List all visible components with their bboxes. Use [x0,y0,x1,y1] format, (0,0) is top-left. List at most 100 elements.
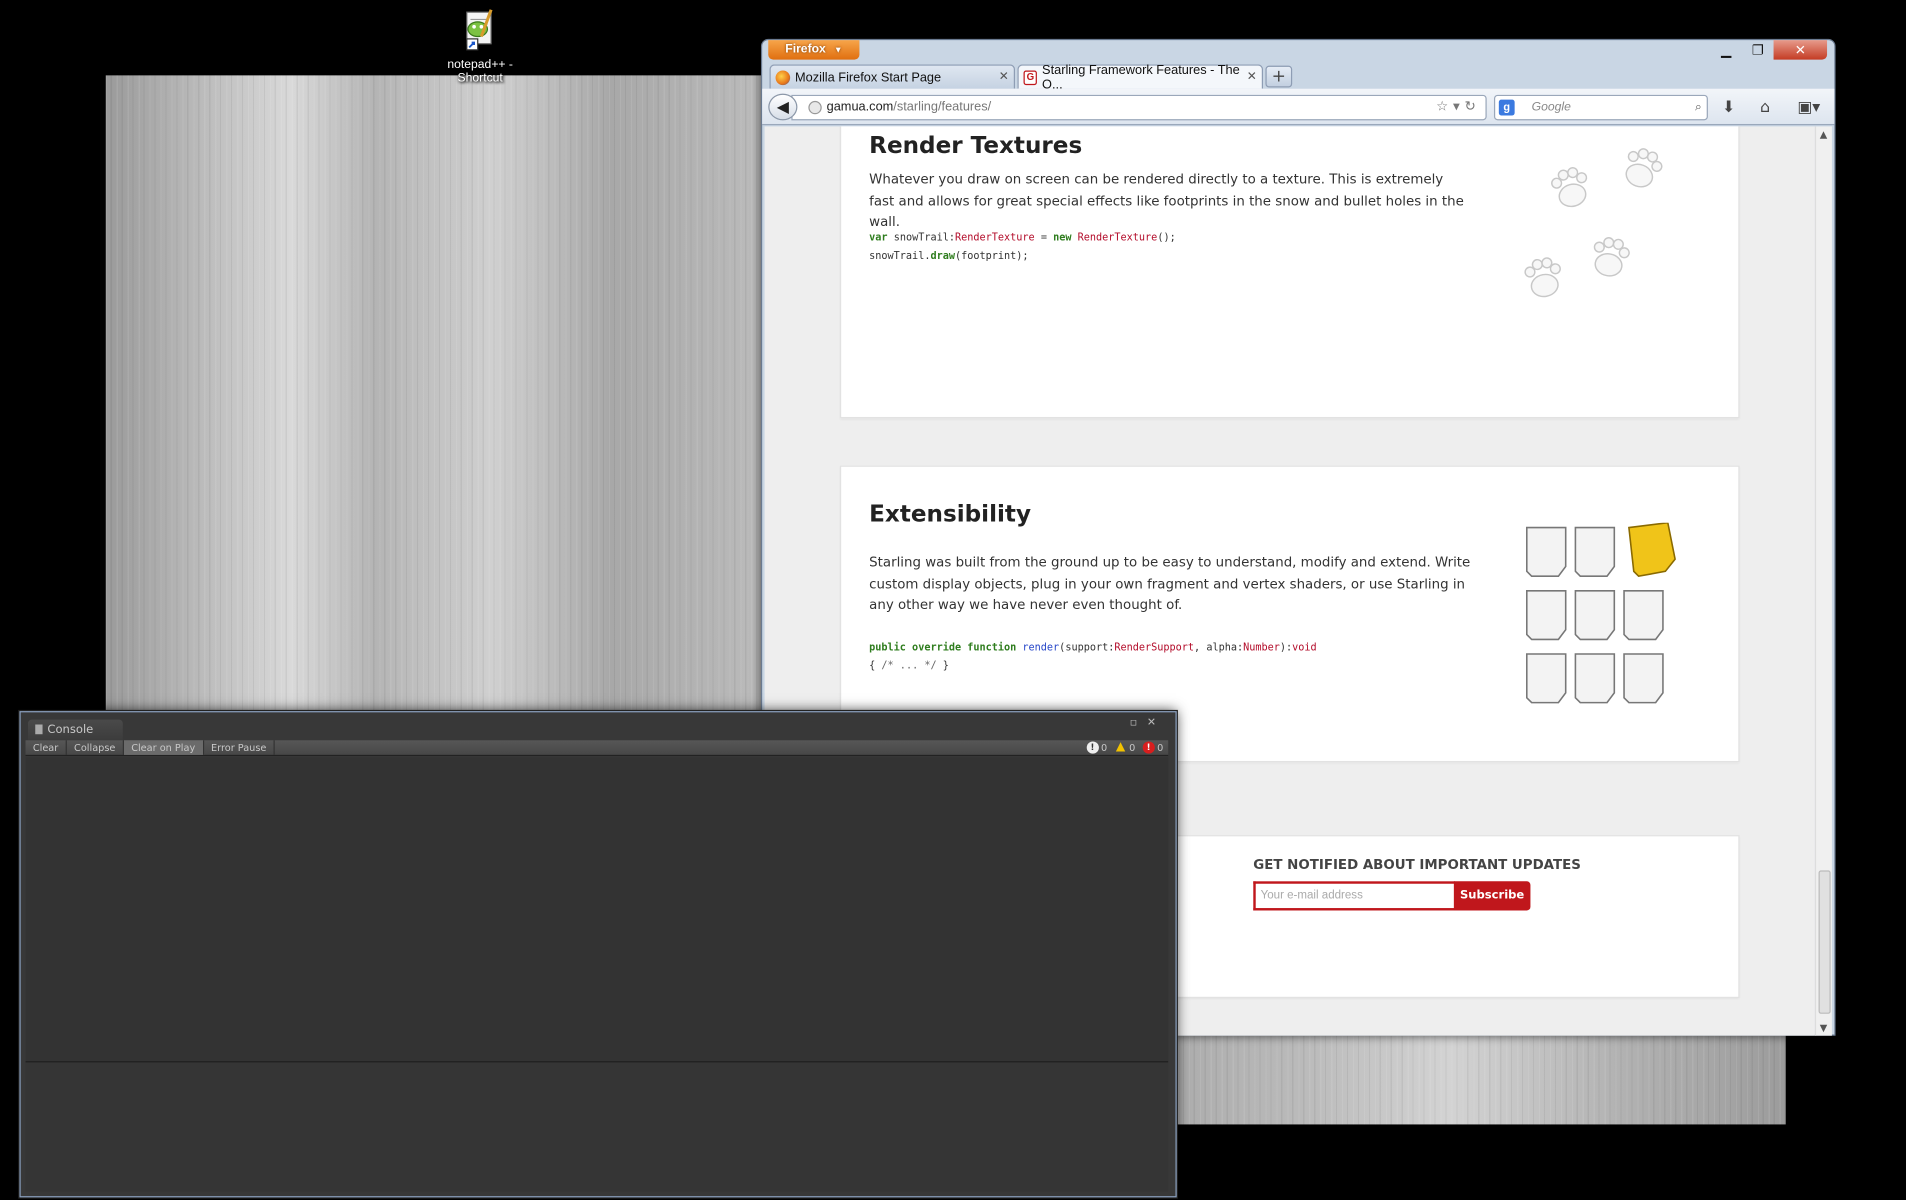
log-counters: ! 0 ▲ 0 ! 0 [1079,740,1168,755]
firefox-menu-label: Firefox [785,42,826,56]
tab-title: Mozilla Firefox Start Page [795,69,942,85]
code-token: (); [1157,230,1176,244]
home-button[interactable]: ⌂ [1752,95,1779,121]
tab-close-icon[interactable]: ✕ [999,71,1009,84]
dropdown-arrow-icon: ▼ [834,46,843,55]
code-token: { [869,658,882,672]
bookmark-star-icon[interactable]: ☆▾↻ [1436,96,1481,119]
error-pause-toggle[interactable]: Error Pause [204,740,275,755]
console-toolbar: Clear Collapse Clear on Play Error Pause… [25,740,1169,757]
gamua-favicon-icon: G [1023,69,1038,85]
back-arrow-icon: ◀ [776,97,789,117]
tab-title: Starling Framework Features - The O... [1042,62,1240,92]
search-placeholder: Google [1531,100,1571,115]
site-identity-icon[interactable] [808,100,822,115]
section-title: Extensibility [869,500,1032,528]
tab-start-page[interactable]: Mozilla Firefox Start Page ✕ [769,64,1016,89]
code-token: (support: [1059,640,1115,653]
close-button[interactable]: ✕ [1773,40,1828,60]
warning-count-toggle[interactable]: ▲ 0 [1114,740,1135,755]
tab-close-icon[interactable]: ✕ [1247,71,1257,84]
downloads-button[interactable]: ⬇ [1715,95,1742,121]
navigation-toolbar: gamua.com/starling/features/ ☆▾↻ ◀ g Goo… [762,88,1835,126]
warning-icon: ▲ [1115,740,1126,754]
console-tab[interactable]: Console [27,719,123,741]
download-arrow-icon: ⬇ [1721,98,1736,117]
console-log-list[interactable] [25,757,1169,1062]
notepad-shortcut[interactable]: notepad++ - Shortcut [440,7,520,85]
code-line: public override function render(support:… [869,638,1317,656]
code-sample: var snowTrail:RenderTexture = new Render… [869,229,1176,265]
code-token: RenderTexture [1077,230,1158,244]
code-token: RenderSupport [1114,640,1195,653]
code-sample: public override function render(support:… [869,638,1317,674]
code-token: Number [1243,640,1280,653]
code-line: var snowTrail:RenderTexture = new Render… [869,229,1176,247]
scrollbar-thumb[interactable] [1818,870,1831,1014]
code-token: var [869,230,888,244]
error-count: 0 [1157,742,1164,754]
maximize-button[interactable]: ❐ [1742,40,1774,59]
console-icon [35,724,43,735]
sticky-notes-illustration [1526,522,1676,704]
window-controls: ▁ ❐ ✕ [1710,40,1828,60]
bookmarks-menu-button[interactable]: ▣▾ [1791,95,1827,121]
url-path: /starling/features/ [893,99,992,115]
firefox-menu-button[interactable]: Firefox ▼ [768,40,860,60]
code-token: } [936,658,949,672]
search-icon[interactable]: ⌕ [1695,96,1702,119]
url-host: gamua.com [826,99,894,115]
code-line: { /* ... */ } [869,656,1317,674]
google-icon[interactable]: g [1498,99,1515,116]
info-icon: ! [1086,741,1099,754]
section-body: Whatever you draw on screen can be rende… [869,171,1464,230]
icon-label-line2: Shortcut [457,71,503,86]
tab-strip: Mozilla Firefox Start Page ✕ G Starling … [769,63,1293,92]
render-textures-card: Render Textures Whatever you draw on scr… [839,126,1740,419]
warning-count: 0 [1129,742,1136,754]
clear-button[interactable]: Clear [26,740,67,755]
notepad-plus-plus-icon [466,9,493,51]
code-token: snowTrail. [869,249,931,262]
desktop: notepad++ - Shortcut Firefox ▼ ▁ ❐ ✕ Moz… [0,0,1906,1200]
back-button[interactable]: ◀ [768,93,798,121]
code-token: draw [930,249,955,262]
code-token: void [1292,640,1317,653]
clear-on-play-toggle[interactable]: Clear on Play [123,740,204,755]
tab-starling-features[interactable]: G Starling Framework Features - The O...… [1017,63,1264,92]
address-bar[interactable]: gamua.com/starling/features/ ☆▾↻ [791,94,1487,121]
search-bar[interactable]: g Google ⌕ [1493,94,1708,121]
code-line: snowTrail.draw(footprint); [869,247,1176,265]
console-window: Console ▫✕ Clear Collapse Clear on Play … [19,711,1177,1198]
info-count-toggle[interactable]: ! 0 [1086,740,1107,755]
subscribe-button[interactable]: Subscribe [1453,881,1531,911]
code-token: = [1034,230,1054,244]
console-detail-pane[interactable] [25,1062,1169,1192]
home-icon: ⌂ [1760,98,1771,117]
footprints-illustration [1524,148,1663,298]
collapse-button[interactable]: Collapse [67,740,124,755]
error-count-toggle[interactable]: ! 0 [1142,740,1164,755]
code-token: (footprint); [954,249,1029,262]
bookmarks-icon: ▣▾ [1797,98,1821,117]
console-window-buttons[interactable]: ▫✕ [1130,717,1166,729]
code-token: public override function [869,640,1017,653]
error-icon: ! [1142,741,1155,754]
section-title: Render Textures [869,132,1083,160]
icon-label-line1: notepad++ - [447,58,513,72]
page-scrollbar[interactable]: ▲ ▼ [1814,126,1832,1036]
code-token: snowTrail: [887,230,955,244]
code-token: new [1053,230,1072,244]
info-count: 0 [1100,742,1108,754]
email-input[interactable]: Your e-mail address [1253,881,1456,911]
code-token: render [1022,640,1060,653]
section-body: Starling was built from the ground up to… [869,554,1471,613]
scroll-up-icon[interactable]: ▲ [1820,129,1827,140]
newsletter-title: GET NOTIFIED ABOUT IMPORTANT UPDATES [1253,856,1581,873]
code-token: /* ... */ [881,658,937,672]
new-tab-button[interactable]: + [1265,65,1293,88]
minimize-button[interactable]: ▁ [1710,40,1742,59]
scroll-down-icon[interactable]: ▼ [1820,1022,1827,1033]
code-token: ): [1279,640,1293,653]
code-token: RenderTexture [954,230,1035,244]
